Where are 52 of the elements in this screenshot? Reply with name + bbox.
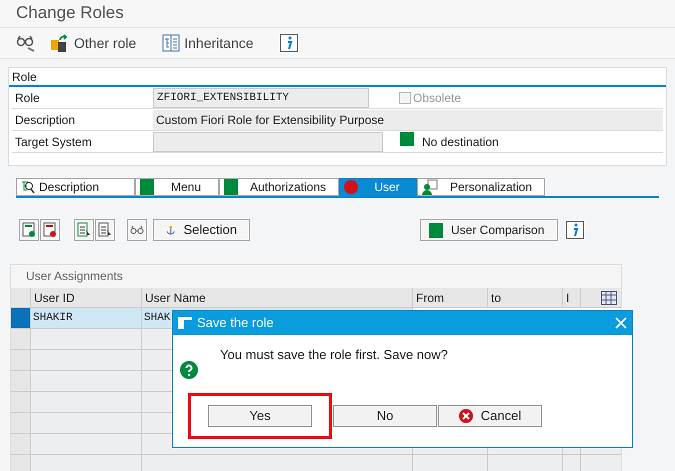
tab[interactable]: User xyxy=(339,178,417,196)
dialog-message: You must save the role first. Save now? xyxy=(220,346,448,364)
column-header[interactable]: User ID xyxy=(31,288,142,307)
status-text: No destination xyxy=(422,134,499,150)
question-icon xyxy=(180,361,198,379)
dialog-button[interactable]: No xyxy=(333,405,437,427)
list-select-icon xyxy=(77,222,91,238)
checkbox-label: Obsolete xyxy=(413,90,462,106)
field-label: Target System xyxy=(14,134,93,150)
role-swap-icon xyxy=(50,33,70,53)
column-header[interactable]: From xyxy=(413,288,488,307)
tree-list-icon xyxy=(162,34,180,52)
cancel-button[interactable]: Cancel xyxy=(438,405,542,427)
tab[interactable]: Authorizations xyxy=(219,178,339,196)
field-label: Role xyxy=(14,90,41,106)
field-label: Description xyxy=(14,112,76,128)
target-system-field[interactable] xyxy=(153,132,383,152)
deselect-all-button[interactable] xyxy=(95,219,115,241)
table-title: User Assignments xyxy=(11,265,621,288)
list-select-icon xyxy=(98,222,112,238)
table-cell: SHAKIR xyxy=(31,308,142,328)
display-button[interactable] xyxy=(127,219,147,241)
user-comparison-button[interactable]: User Comparison xyxy=(420,219,558,241)
glasses-icon[interactable] xyxy=(16,34,36,52)
description-field[interactable]: Custom Fiori Role for Extensibility Purpose xyxy=(153,110,663,130)
magnifier-tree-icon xyxy=(21,180,35,194)
toolbar-button[interactable]: Other role xyxy=(50,32,136,54)
table-settings-icon[interactable] xyxy=(601,290,617,304)
row-selector[interactable] xyxy=(11,308,31,328)
dialog-button[interactable]: Yes xyxy=(208,405,312,427)
column-header[interactable]: I xyxy=(563,288,581,307)
info-icon[interactable] xyxy=(280,34,298,52)
tab[interactable]: Menu xyxy=(135,178,219,196)
delete-row-button[interactable] xyxy=(40,219,60,241)
tab[interactable]: Personalization xyxy=(417,178,545,196)
anchor-icon xyxy=(166,223,176,237)
obsolete-checkbox[interactable] xyxy=(399,92,411,104)
toolbar-button[interactable]: Inheritance xyxy=(162,32,254,54)
select-all-button[interactable] xyxy=(74,219,94,241)
close-icon[interactable] xyxy=(615,317,627,329)
person-icon xyxy=(422,179,438,195)
cancel-icon xyxy=(458,409,473,423)
add-row-button[interactable] xyxy=(19,219,39,241)
column-header[interactable]: User Name xyxy=(142,288,413,307)
selection-button[interactable]: Selection xyxy=(153,219,250,241)
add-row-icon xyxy=(22,222,36,238)
info-icon[interactable] xyxy=(566,221,584,239)
column-header[interactable]: to xyxy=(488,288,563,307)
glasses-icon xyxy=(130,225,144,235)
tab[interactable]: Description xyxy=(16,178,135,196)
role-field[interactable]: ZFIORI_EXTENSIBILITY xyxy=(153,88,369,108)
delete-row-icon xyxy=(43,222,57,238)
